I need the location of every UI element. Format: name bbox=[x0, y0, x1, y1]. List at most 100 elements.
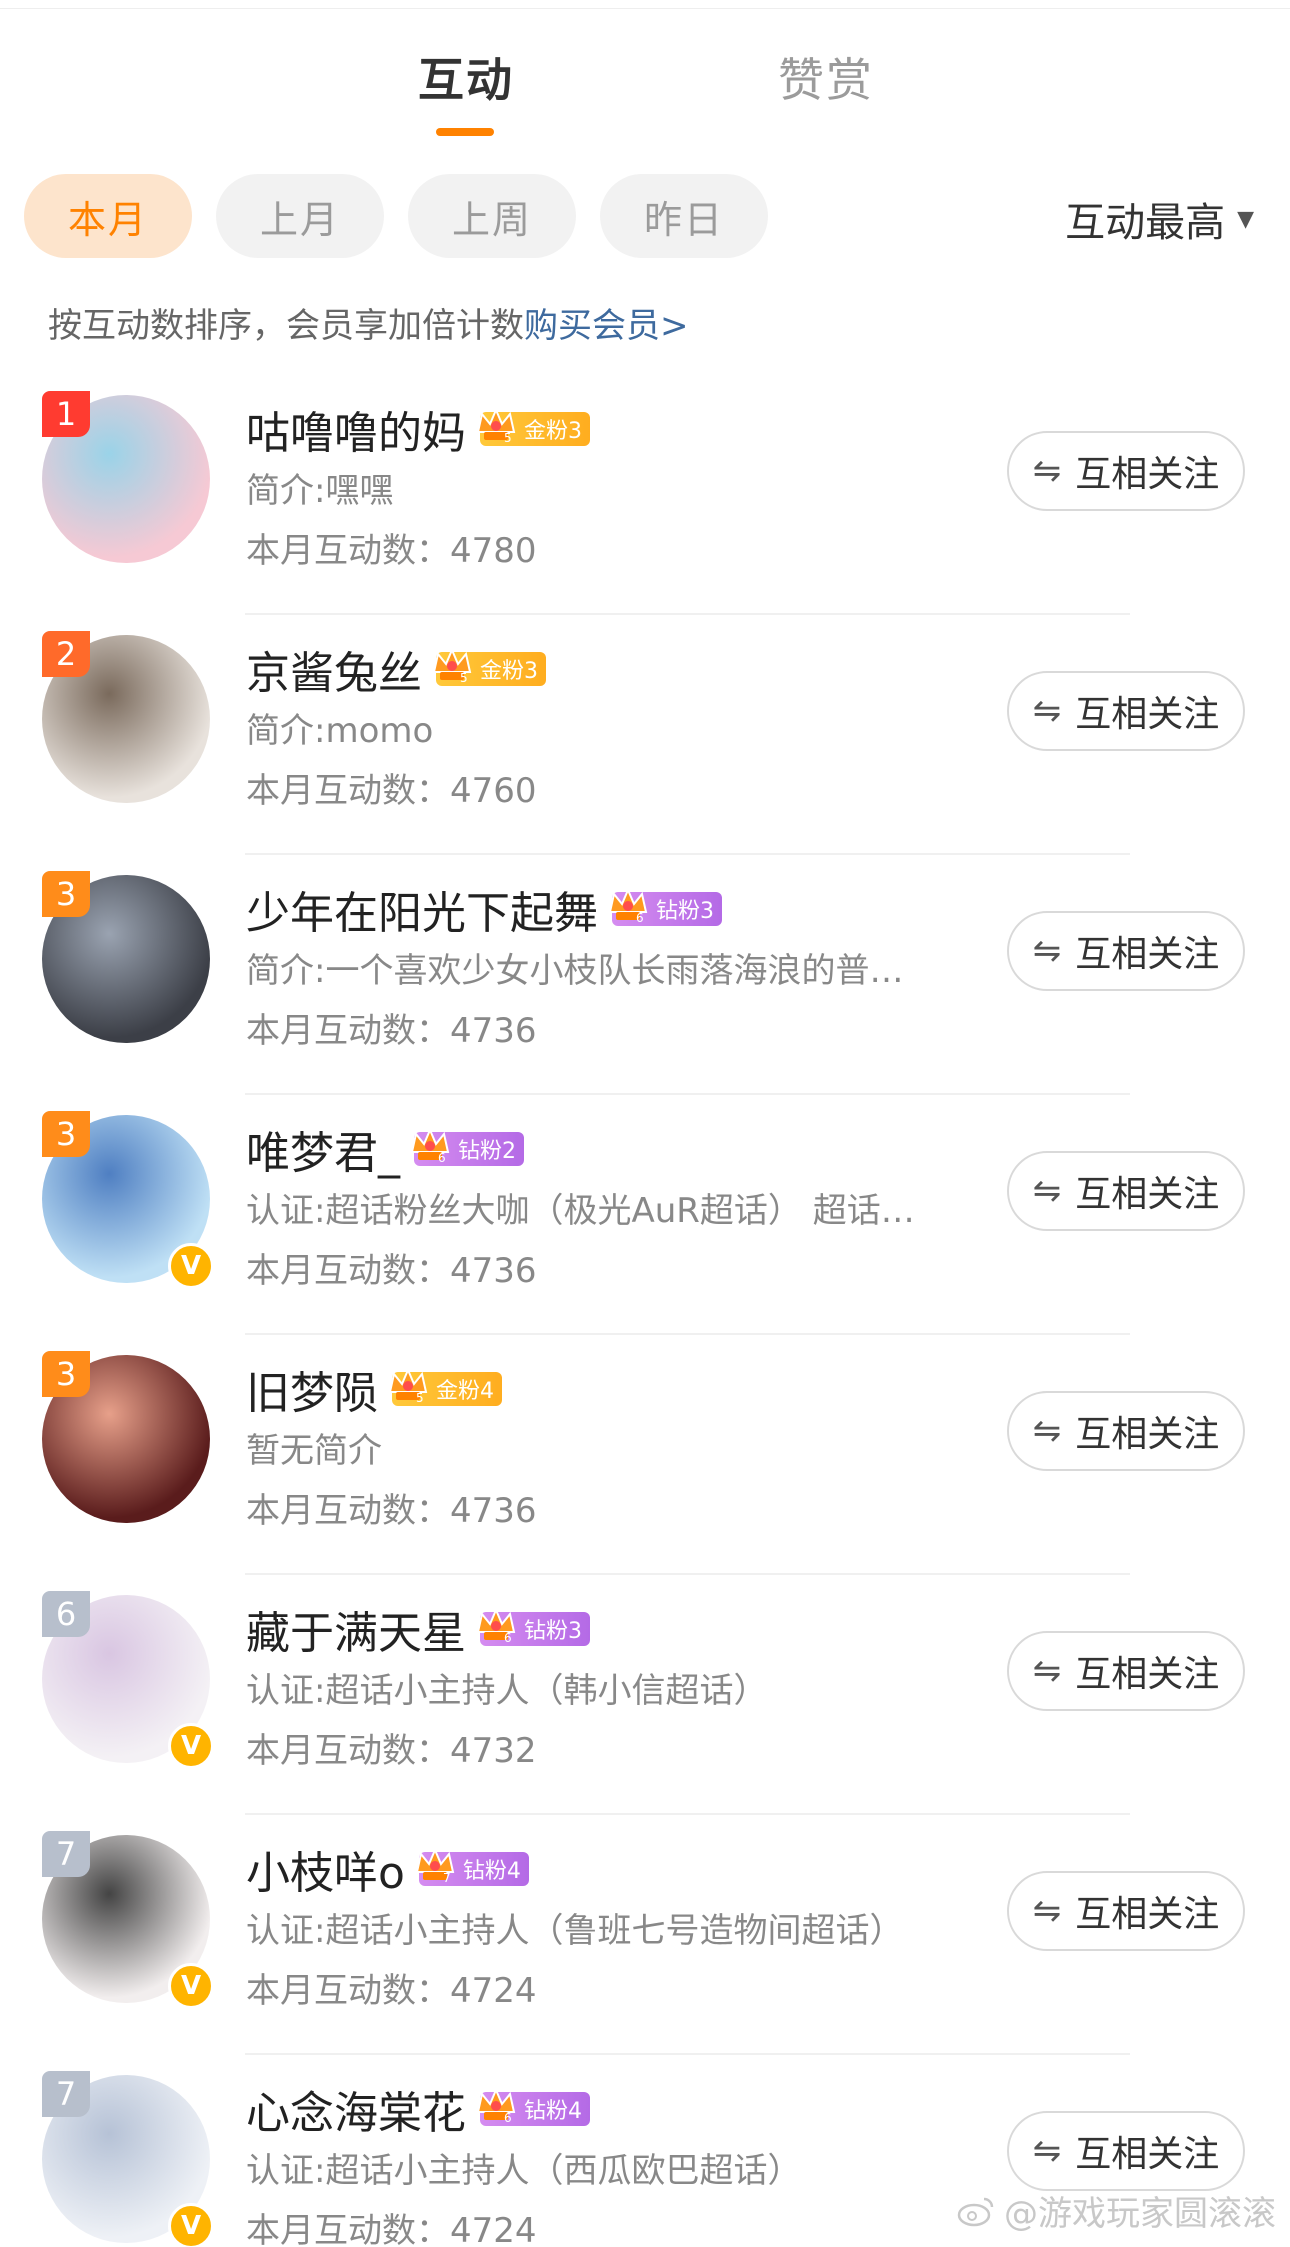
top-divider bbox=[0, 8, 1290, 9]
badge-text: 钻粉3 bbox=[524, 1619, 582, 1644]
user-name[interactable]: 咕噜噜的妈 bbox=[246, 397, 466, 461]
filter-last-week[interactable]: 上周 bbox=[408, 174, 576, 258]
follow-label: 互相关注 bbox=[1075, 1894, 1220, 1935]
user-name[interactable]: 少年在阳光下起舞 bbox=[246, 877, 598, 941]
interaction-count: 本月互动数：4736 bbox=[246, 1491, 537, 1531]
rank-badge: 3 bbox=[42, 1351, 90, 1397]
user-row[interactable]: 3 V 唯梦君_ 6 钻粉2 认证:超话粉丝大咖（极光AuR超话） 超话… 本月… bbox=[0, 1095, 1290, 1335]
badge-level-number: 5 bbox=[504, 431, 512, 445]
badge-level-number: 6 bbox=[438, 1151, 446, 1165]
follow-label: 互相关注 bbox=[1075, 454, 1220, 495]
badge-text: 钻粉3 bbox=[656, 899, 714, 924]
tab-interaction[interactable]: 互动 bbox=[418, 44, 514, 110]
tab-reward[interactable]: 赞赏 bbox=[778, 44, 874, 110]
user-row[interactable]: 7 V 小枝咩o 7 钻粉4 认证:超话小主持人（鲁班七号造物间超话） 本月互动… bbox=[0, 1815, 1290, 2055]
user-description: 简介:momo bbox=[246, 711, 434, 751]
mutual-follow-icon: ⇋ bbox=[1032, 1651, 1062, 1691]
user-name-line: 咕噜噜的妈 5 金粉3 bbox=[246, 397, 590, 461]
filter-this-month[interactable]: 本月 bbox=[24, 174, 192, 258]
tab-indicator bbox=[436, 128, 494, 136]
user-row[interactable]: 3 旧梦陨 5 金粉4 暂无简介 本月互动数：4736 ⇋ 互相关注 bbox=[0, 1335, 1290, 1575]
watermark-text: @游戏玩家圆滚滚 bbox=[1004, 2194, 1276, 2234]
fan-level-badge: 6 钻粉3 bbox=[608, 887, 722, 926]
filter-last-month[interactable]: 上月 bbox=[216, 174, 384, 258]
mutual-follow-button[interactable]: ⇋ 互相关注 bbox=[1007, 1151, 1245, 1231]
rank-badge: 6 bbox=[42, 1591, 90, 1637]
badge-text: 金粉3 bbox=[524, 419, 582, 444]
user-name-line: 小枝咩o 7 钻粉4 bbox=[246, 1837, 529, 1901]
follow-label: 互相关注 bbox=[1075, 1654, 1220, 1695]
crown-icon: 7 bbox=[415, 1847, 455, 1885]
user-name[interactable]: 旧梦陨 bbox=[246, 1357, 378, 1421]
user-row[interactable]: 6 V 藏于满天星 6 钻粉3 认证:超话小主持人（韩小信超话） 本月互动数：4… bbox=[0, 1575, 1290, 1815]
follow-label: 互相关注 bbox=[1075, 1174, 1220, 1215]
user-name-line: 藏于满天星 6 钻粉3 bbox=[246, 1597, 590, 1661]
interaction-count: 本月互动数：4736 bbox=[246, 1251, 537, 1291]
mutual-follow-button[interactable]: ⇋ 互相关注 bbox=[1007, 1391, 1245, 1471]
mutual-follow-button[interactable]: ⇋ 互相关注 bbox=[1007, 1631, 1245, 1711]
verified-v-icon: V bbox=[168, 1963, 214, 2009]
hint-text: 按互动数排序，会员享加倍计数 bbox=[48, 306, 524, 346]
user-row[interactable]: 1 咕噜噜的妈 5 金粉3 简介:嘿嘿 本月互动数：4780 ⇋ 互相关注 bbox=[0, 375, 1290, 615]
mutual-follow-button[interactable]: ⇋ 互相关注 bbox=[1007, 671, 1245, 751]
badge-level-number: 7 bbox=[443, 1871, 451, 1885]
rank-badge: 7 bbox=[42, 2071, 90, 2117]
verified-v-icon: V bbox=[168, 2203, 214, 2247]
user-row[interactable]: 3 少年在阳光下起舞 6 钻粉3 简介:一个喜欢少女小枝队长雨落海浪的普… 本月… bbox=[0, 855, 1290, 1095]
user-name[interactable]: 小枝咩o bbox=[246, 1837, 405, 1901]
mutual-follow-icon: ⇋ bbox=[1032, 2131, 1062, 2171]
fan-level-badge: 6 钻粉2 bbox=[410, 1127, 524, 1166]
crown-icon: 5 bbox=[432, 647, 472, 685]
badge-level-number: 6 bbox=[636, 911, 644, 925]
user-name-line: 少年在阳光下起舞 6 钻粉3 bbox=[246, 877, 722, 941]
mutual-follow-icon: ⇋ bbox=[1032, 931, 1062, 971]
user-name-line: 旧梦陨 5 金粉4 bbox=[246, 1357, 502, 1421]
watermark: @游戏玩家圆滚滚 bbox=[956, 2186, 1276, 2235]
crown-icon: 6 bbox=[410, 1127, 450, 1165]
fan-level-badge: 5 金粉3 bbox=[476, 407, 590, 446]
fan-level-badge: 6 钻粉4 bbox=[476, 2087, 590, 2126]
interaction-count: 本月互动数：4760 bbox=[246, 771, 537, 811]
sort-label: 互动最高 bbox=[1065, 200, 1226, 246]
sort-hint: 按互动数排序，会员享加倍计数购买会员> bbox=[48, 298, 689, 347]
user-name-line: 京酱兔丝 5 金粉3 bbox=[246, 637, 546, 701]
mutual-follow-button[interactable]: ⇋ 互相关注 bbox=[1007, 911, 1245, 991]
sort-dropdown[interactable]: 互动最高 ▼ bbox=[1065, 190, 1254, 248]
user-name[interactable]: 心念海棠花 bbox=[246, 2077, 466, 2141]
mutual-follow-button[interactable]: ⇋ 互相关注 bbox=[1007, 1871, 1245, 1951]
fan-level-badge: 5 金粉3 bbox=[432, 647, 546, 686]
filter-yesterday[interactable]: 昨日 bbox=[600, 174, 768, 258]
crown-icon: 6 bbox=[476, 1607, 516, 1645]
user-description: 简介:嘿嘿 bbox=[246, 471, 394, 511]
crown-icon: 5 bbox=[388, 1367, 428, 1405]
badge-level-number: 6 bbox=[504, 1631, 512, 1645]
user-description: 认证:超话小主持人（鲁班七号造物间超话） bbox=[246, 1911, 904, 1951]
caret-down-icon: ▼ bbox=[1237, 206, 1254, 232]
badge-level-number: 5 bbox=[460, 671, 468, 685]
verified-v-icon: V bbox=[168, 1723, 214, 1769]
user-name[interactable]: 藏于满天星 bbox=[246, 1597, 466, 1661]
verified-v-icon: V bbox=[168, 1243, 214, 1289]
mutual-follow-button[interactable]: ⇋ 互相关注 bbox=[1007, 2111, 1245, 2191]
badge-level-number: 5 bbox=[416, 1391, 424, 1405]
crown-icon: 6 bbox=[608, 887, 648, 925]
interaction-count: 本月互动数：4732 bbox=[246, 1731, 537, 1771]
user-description: 认证:超话粉丝大咖（极光AuR超话） 超话… bbox=[246, 1191, 915, 1231]
mutual-follow-icon: ⇋ bbox=[1032, 451, 1062, 491]
user-name[interactable]: 唯梦君_ bbox=[246, 1117, 400, 1181]
buy-membership-link[interactable]: 购买会员> bbox=[524, 306, 689, 346]
user-description: 简介:一个喜欢少女小枝队长雨落海浪的普… bbox=[246, 951, 904, 991]
user-name[interactable]: 京酱兔丝 bbox=[246, 637, 422, 701]
interaction-count: 本月互动数：4724 bbox=[246, 1971, 537, 2011]
mutual-follow-button[interactable]: ⇋ 互相关注 bbox=[1007, 431, 1245, 511]
badge-text: 钻粉2 bbox=[458, 1139, 516, 1164]
badge-level-number: 6 bbox=[504, 2111, 512, 2125]
fan-level-badge: 6 钻粉3 bbox=[476, 1607, 590, 1646]
badge-text: 金粉3 bbox=[480, 659, 538, 684]
user-row[interactable]: 2 京酱兔丝 5 金粉3 简介:momo 本月互动数：4760 ⇋ 互相关注 bbox=[0, 615, 1290, 855]
interaction-count: 本月互动数：4780 bbox=[246, 531, 537, 571]
mutual-follow-icon: ⇋ bbox=[1032, 1411, 1062, 1451]
follow-label: 互相关注 bbox=[1075, 934, 1220, 975]
rank-badge: 2 bbox=[42, 631, 90, 677]
badge-text: 金粉4 bbox=[436, 1379, 494, 1404]
